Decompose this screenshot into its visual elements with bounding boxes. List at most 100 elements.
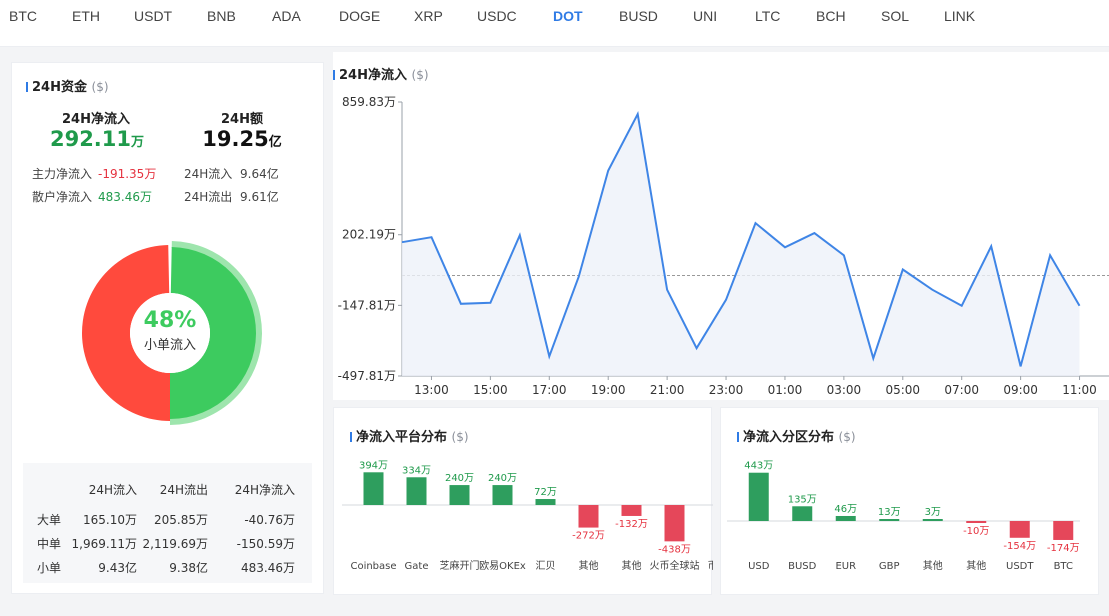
donut-center xyxy=(130,293,210,373)
bar-category-label: BUSD xyxy=(788,561,817,572)
tab-usdc[interactable]: USDC xyxy=(477,8,517,24)
tab-dot[interactable]: DOT xyxy=(553,8,583,24)
x-tick-label: 01:00 xyxy=(768,383,803,397)
bar xyxy=(578,505,599,528)
tab-uni[interactable]: UNI xyxy=(693,8,717,24)
coin-tab-bar: BTC ETH USDT BNB ADA DOGE XRP USDC DOT BUSD UNI LTC… xyxy=(0,0,1109,47)
tab-sol[interactable]: SOL xyxy=(881,8,909,24)
bar xyxy=(922,519,943,521)
volume-label: 24H额 xyxy=(221,112,263,127)
bar xyxy=(1053,521,1074,540)
net-inflow-value: 292.11万 xyxy=(49,127,145,151)
bar-value-label: 3万 xyxy=(925,507,941,518)
in-24h-value: 9.64亿 xyxy=(240,167,279,181)
bar-category-label: 火币全球站 xyxy=(650,559,700,572)
platform-bar-chart: 394万 Coinbase 334万 Gate 240万芝麻开门 240万欧易OKEx 72… xyxy=(342,460,713,572)
x-tick-label: 13:00 xyxy=(414,383,449,397)
table-header: 24H净流入 xyxy=(234,483,295,497)
region-bar-chart: 443万 USD 135万 BUSD 46万 EUR 13万 GBP 3万其他 -10万其他 -15… xyxy=(727,461,1080,572)
table-row-label: 大单 xyxy=(37,513,62,527)
bar xyxy=(363,472,384,505)
main-inflow-label: 主力净流入 xyxy=(32,167,93,181)
platform-title: 净流入平台分布 ($) xyxy=(350,426,469,445)
table-cell-net: 483.46万 xyxy=(241,561,295,575)
bar-category-label: 其他 xyxy=(579,559,599,572)
bar-value-label: 334万 xyxy=(402,465,431,476)
bar xyxy=(449,485,470,505)
bar-category-label: GBP xyxy=(879,561,900,572)
main-inflow-value: -191.35万 xyxy=(98,167,157,181)
net-inflow-label: 24H净流入 xyxy=(62,112,130,127)
x-tick-label: 03:00 xyxy=(827,383,862,397)
tab-link[interactable]: LINK xyxy=(944,8,975,24)
bar-category-label: 其他 xyxy=(923,559,943,572)
tab-doge[interactable]: DOGE xyxy=(339,8,380,24)
x-tick-label: 17:00 xyxy=(532,383,567,397)
table-cell-out: 9.38亿 xyxy=(169,561,208,575)
bar-category-label: 欧易OKEx xyxy=(479,560,526,572)
bar-category-label: 其他 xyxy=(966,559,986,572)
table-cell-out: 205.85万 xyxy=(154,513,208,527)
table-header: 24H流入 xyxy=(88,483,137,497)
out-24h-label: 24H流出 xyxy=(184,190,233,204)
table-row-label: 中单 xyxy=(37,537,62,551)
tab-bnb[interactable]: BNB xyxy=(207,8,236,24)
region-title: 净流入分区分布 ($) xyxy=(737,426,856,445)
bar xyxy=(835,515,856,521)
bar xyxy=(535,499,556,505)
table-cell-in: 1,969.11万 xyxy=(71,537,137,551)
bar-category-label: 其他 xyxy=(622,559,642,572)
bar-category-label: 芝麻开门 xyxy=(440,559,480,572)
x-tick-label: 07:00 xyxy=(944,383,979,397)
y-tick-label: -497.81万 xyxy=(338,369,396,383)
x-tick-label: 19:00 xyxy=(591,383,626,397)
table-cell-out: 2,119.69万 xyxy=(142,537,208,551)
tab-bch[interactable]: BCH xyxy=(816,8,846,24)
bar xyxy=(1009,521,1030,538)
bar-value-label: 443万 xyxy=(744,461,773,472)
bar xyxy=(792,506,813,521)
donut-label: 小单流入 xyxy=(143,338,196,353)
table-cell-net: -40.76万 xyxy=(244,513,295,527)
bar-value-label: 240万 xyxy=(445,473,474,484)
table-row-label: 小单 xyxy=(37,561,62,575)
table-cell-in: 165.10万 xyxy=(83,513,137,527)
tab-ada[interactable]: ADA xyxy=(272,8,301,24)
bar xyxy=(621,505,642,516)
bar-value-label: -272万 xyxy=(572,531,605,542)
funds-title: 24H资金 ($) xyxy=(26,76,109,95)
x-tick-label: 21:00 xyxy=(650,383,685,397)
x-tick-label: 23:00 xyxy=(709,383,744,397)
retail-inflow-donut xyxy=(81,241,262,425)
net-flow-area xyxy=(402,114,1080,376)
tab-eth[interactable]: ETH xyxy=(72,8,100,24)
bar xyxy=(748,472,769,521)
x-tick-label: 09:00 xyxy=(1003,383,1038,397)
x-tick-label: 15:00 xyxy=(473,383,508,397)
bar-value-label: -154万 xyxy=(1003,541,1036,552)
retail-inflow-label: 散户净流入 xyxy=(32,190,93,204)
y-tick-label: 859.83万 xyxy=(342,95,396,109)
bar-value-label: 240万 xyxy=(488,473,517,484)
bar xyxy=(879,519,900,521)
bar-value-label: -174万 xyxy=(1047,543,1080,554)
tab-xrp[interactable]: XRP xyxy=(414,8,443,24)
in-24h-label: 24H流入 xyxy=(184,167,233,181)
net-flow-line-chart: 859.83万 202.19万 -147.81万 -497.81万 13:00 15:00… xyxy=(338,95,1109,397)
tab-usdt[interactable]: USDT xyxy=(134,8,172,24)
bar xyxy=(966,521,987,523)
donut-percent: 48% xyxy=(143,308,197,333)
bar-value-label: 13万 xyxy=(878,507,901,518)
bar-category-label: Coinbase xyxy=(350,561,396,572)
tab-btc[interactable]: BTC xyxy=(9,8,37,24)
y-tick-label: -147.81万 xyxy=(338,298,396,312)
bar-value-label: 72万 xyxy=(534,487,557,498)
tab-ltc[interactable]: LTC xyxy=(755,8,780,24)
bar-category-label: BTC xyxy=(1054,561,1073,572)
bar xyxy=(492,485,513,505)
tab-busd[interactable]: BUSD xyxy=(619,8,658,24)
bar-value-label: -132万 xyxy=(615,519,648,530)
y-tick-label: 202.19万 xyxy=(342,228,396,242)
region-panel: 净流入分区分布 ($) 443万 USD 135万 BUSD 46万 EUR 13万 GBP 3… xyxy=(720,407,1099,595)
bar xyxy=(406,477,427,505)
